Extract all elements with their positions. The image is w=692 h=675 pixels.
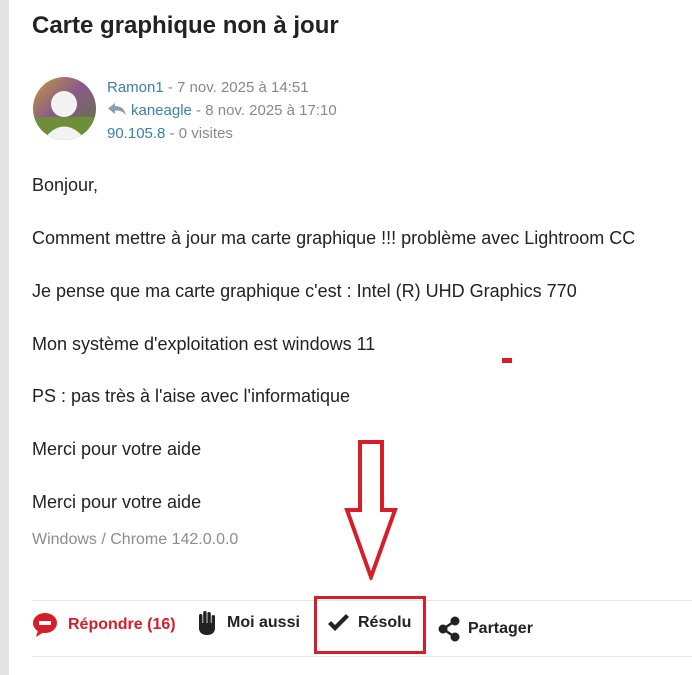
last-reply-date: - 8 nov. 2025 à 17:10 (191, 102, 337, 119)
me-too-label: Moi aussi (227, 614, 300, 631)
body-paragraph: Bonjour, (32, 175, 99, 195)
body-paragraph: Comment mettre à jour ma carte graphique… (32, 228, 636, 248)
visits-count: - 0 visites (165, 125, 233, 142)
last-reply-user-link[interactable]: kaneagle (131, 102, 192, 119)
share-button[interactable]: Partager (437, 616, 533, 642)
red-mark (502, 358, 512, 363)
ip-link[interactable]: 90.105.8 (107, 125, 165, 142)
speech-bubble-icon (32, 612, 58, 638)
divider-bottom (32, 656, 692, 657)
reply-arrow-icon (107, 100, 127, 115)
resolved-highlight-box (314, 596, 426, 654)
ip-line: 90.105.8 - 0 visites (107, 122, 337, 145)
body-paragraph: Merci pour votre aide (32, 439, 202, 459)
post-meta: Ramon1 - 7 nov. 2025 à 14:51 kaneagle - … (107, 76, 337, 145)
left-border (0, 0, 9, 675)
avatar[interactable] (33, 77, 96, 140)
author-link[interactable]: Ramon1 (107, 79, 164, 96)
page-title: Carte graphique non à jour (32, 12, 339, 39)
body-paragraph: Mon système d'exploitation est windows 1… (32, 334, 376, 354)
author-line: Ramon1 - 7 nov. 2025 à 14:51 (107, 76, 337, 99)
body-paragraph: PS : pas très à l'aise avec l'informatiq… (32, 386, 351, 406)
down-arrow-annotation (344, 440, 398, 585)
author-date: - 7 nov. 2025 à 14:51 (163, 79, 309, 96)
signature: Windows / Chrome 142.0.0.0 (32, 531, 239, 548)
share-label: Partager (468, 620, 533, 637)
body-paragraph: Je pense que ma carte graphique c'est : … (32, 281, 577, 301)
last-reply-line: kaneagle - 8 nov. 2025 à 17:10 (107, 99, 337, 122)
body-paragraph: Merci pour votre aide (32, 492, 202, 512)
reply-button[interactable]: Répondre (16) (32, 612, 176, 638)
reply-label: Répondre (16) (68, 616, 176, 633)
hand-icon (196, 610, 218, 636)
share-icon (437, 616, 461, 642)
me-too-button[interactable]: Moi aussi (196, 610, 300, 636)
